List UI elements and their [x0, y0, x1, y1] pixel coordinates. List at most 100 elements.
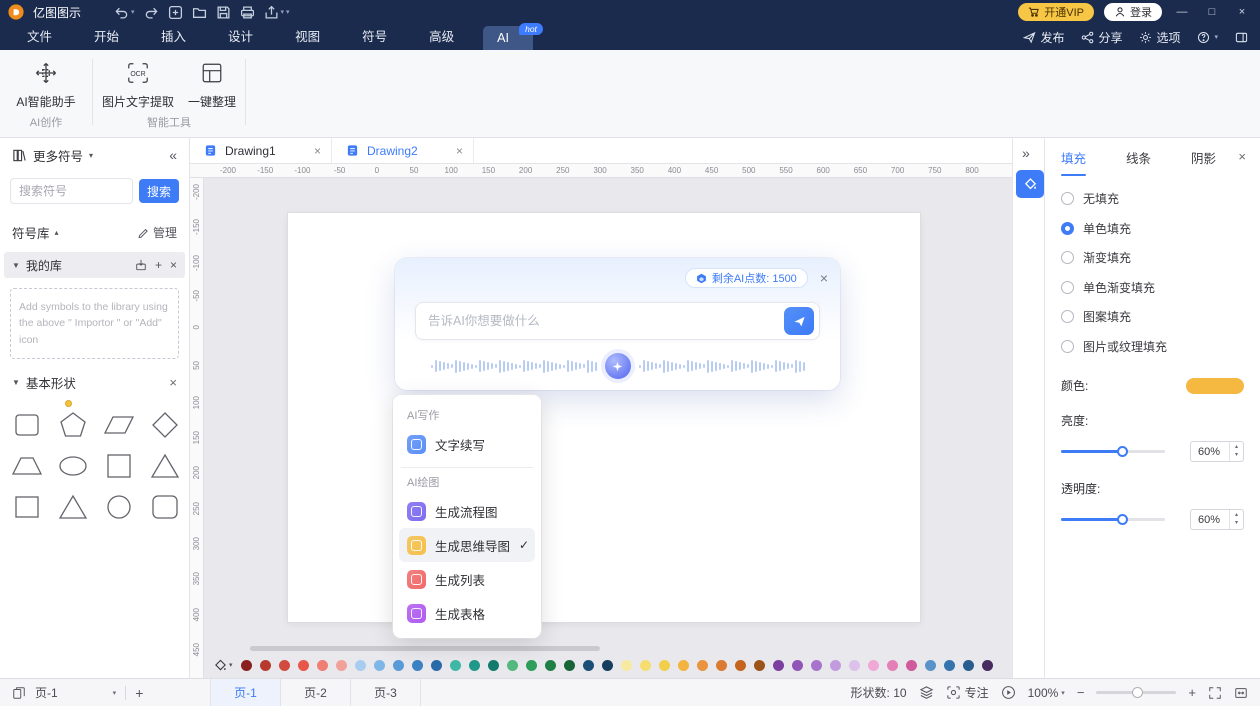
color-dot[interactable] — [963, 660, 974, 671]
fill-option[interactable]: 单色渐变填充 — [1061, 273, 1244, 303]
color-dot[interactable] — [906, 660, 917, 671]
color-dot[interactable] — [640, 660, 651, 671]
color-dot[interactable] — [545, 660, 556, 671]
send-button[interactable] — [784, 307, 814, 335]
fill-panel-tab-icon[interactable] — [1016, 170, 1044, 198]
toolbar-more-chevron-icon[interactable]: ▾ — [286, 8, 290, 16]
shape-circle[interactable] — [96, 487, 142, 528]
panel-toggle-button[interactable] — [1235, 31, 1248, 44]
import-symbols-icon[interactable] — [135, 259, 147, 271]
ai-menu-item[interactable]: 文字续写 — [399, 427, 535, 461]
brightness-slider[interactable] — [1061, 450, 1165, 453]
close-tab-icon[interactable]: × — [314, 144, 321, 158]
more-symbols-button[interactable]: 更多符号 — [33, 146, 83, 165]
color-dot[interactable] — [507, 660, 518, 671]
shape-diamond[interactable] — [142, 405, 188, 446]
slider-knob[interactable] — [1117, 514, 1128, 525]
section-triangle-icon[interactable]: ▼ — [12, 378, 20, 387]
print-button[interactable] — [240, 5, 255, 20]
spin-down-icon[interactable]: ▾ — [1235, 520, 1238, 527]
shape-triangle[interactable] — [142, 446, 188, 487]
fit-to-window-icon[interactable] — [1234, 686, 1248, 700]
add-symbol-icon[interactable]: + — [155, 258, 162, 272]
my-library-header[interactable]: ▼ 我的库 + × — [4, 252, 185, 278]
color-dot[interactable] — [773, 660, 784, 671]
color-dot[interactable] — [621, 660, 632, 671]
color-dot[interactable] — [583, 660, 594, 671]
color-dot[interactable] — [659, 660, 670, 671]
color-dot[interactable] — [944, 660, 955, 671]
undo-history-chevron-icon[interactable]: ▾ — [131, 8, 135, 16]
fill-option[interactable]: 图案填充 — [1061, 302, 1244, 332]
shape-triangle[interactable] — [50, 487, 96, 528]
add-page-button[interactable]: + — [135, 685, 143, 701]
close-dialog-icon[interactable]: × — [820, 270, 828, 286]
menu-tab-ai[interactable]: AI hot — [483, 26, 533, 50]
menu-tab[interactable]: 设计 — [207, 24, 274, 50]
color-dot[interactable] — [241, 660, 252, 671]
menu-tab[interactable]: 开始 — [73, 24, 140, 50]
color-dot[interactable] — [982, 660, 993, 671]
options-button[interactable]: 选项 — [1139, 29, 1180, 46]
presentation-play-button[interactable] — [1001, 685, 1016, 700]
menu-tab[interactable]: 高级 — [408, 24, 475, 50]
more-symbols-chevron-icon[interactable]: ▾ — [89, 151, 93, 160]
color-dot[interactable] — [450, 660, 461, 671]
color-dot[interactable] — [754, 660, 765, 671]
color-dot[interactable] — [412, 660, 423, 671]
fill-option[interactable]: 图片或纹理填充 — [1061, 332, 1244, 362]
fill-option[interactable]: 单色填充 — [1061, 214, 1244, 244]
color-dot[interactable] — [678, 660, 689, 671]
fill-color-swatch[interactable] — [1186, 378, 1244, 394]
help-button[interactable]: ▾ — [1197, 31, 1218, 44]
opacity-slider[interactable] — [1061, 518, 1165, 521]
fullscreen-icon[interactable] — [1208, 686, 1222, 700]
color-dot[interactable] — [716, 660, 727, 671]
expand-panel-icon[interactable]: » — [1022, 145, 1044, 161]
close-panel-icon[interactable]: × — [1238, 149, 1246, 164]
ai-assistant-button[interactable]: AI智能助手 — [14, 58, 77, 116]
color-dot[interactable] — [317, 660, 328, 671]
page-tab[interactable]: 页-2 — [281, 679, 351, 706]
search-button[interactable]: 搜索 — [139, 179, 179, 203]
slider-knob[interactable] — [1117, 446, 1128, 457]
ai-menu-item[interactable]: 生成表格 — [399, 596, 535, 630]
open-folder-button[interactable] — [192, 5, 207, 20]
new-file-button[interactable] — [168, 5, 183, 20]
color-dot[interactable] — [811, 660, 822, 671]
zoom-selector[interactable]: 100% ▾ — [1028, 686, 1065, 700]
shape-square[interactable] — [4, 487, 50, 528]
close-tab-icon[interactable]: × — [456, 144, 463, 158]
color-dot[interactable] — [431, 660, 442, 671]
menu-tab[interactable]: 视图 — [274, 24, 341, 50]
page-selector[interactable]: 页-1 — [35, 684, 58, 701]
color-dot[interactable] — [260, 660, 271, 671]
spin-up-icon[interactable]: ▴ — [1235, 444, 1238, 451]
page-selector-chevron-icon[interactable]: ▾ — [113, 689, 117, 697]
zoom-out-button[interactable]: − — [1077, 685, 1085, 700]
color-dot[interactable] — [336, 660, 347, 671]
login-button[interactable]: 登录 — [1104, 3, 1162, 21]
library-collapse-icon[interactable]: ▴ — [55, 228, 59, 237]
layers-icon[interactable] — [919, 685, 934, 700]
shape-pentagon[interactable] — [50, 405, 96, 446]
shape-rounded-square[interactable] — [4, 405, 50, 446]
color-dot[interactable] — [298, 660, 309, 671]
save-button[interactable] — [216, 5, 231, 20]
opacity-spinner[interactable]: 60% ▴▾ — [1190, 509, 1244, 530]
page-tab[interactable]: 页-1 — [211, 679, 281, 706]
fill-tool-dropdown[interactable]: ▾ — [214, 659, 233, 672]
color-dot[interactable] — [868, 660, 879, 671]
ai-prompt-input[interactable] — [416, 314, 784, 328]
ai-orb-icon[interactable] — [605, 353, 631, 379]
symbol-search-input[interactable] — [10, 178, 133, 204]
panel-tab[interactable]: 填充 — [1061, 148, 1086, 167]
ai-menu-item[interactable]: 生成流程图 — [399, 494, 535, 528]
zoom-in-button[interactable]: + — [1188, 685, 1196, 700]
color-dot[interactable] — [564, 660, 575, 671]
doc-tab-drawing1[interactable]: Drawing1 × — [190, 138, 332, 163]
shape-rounded-rect[interactable] — [142, 487, 188, 528]
color-dot[interactable] — [393, 660, 404, 671]
ai-menu-item[interactable]: 生成列表 — [399, 562, 535, 596]
color-dot[interactable] — [849, 660, 860, 671]
